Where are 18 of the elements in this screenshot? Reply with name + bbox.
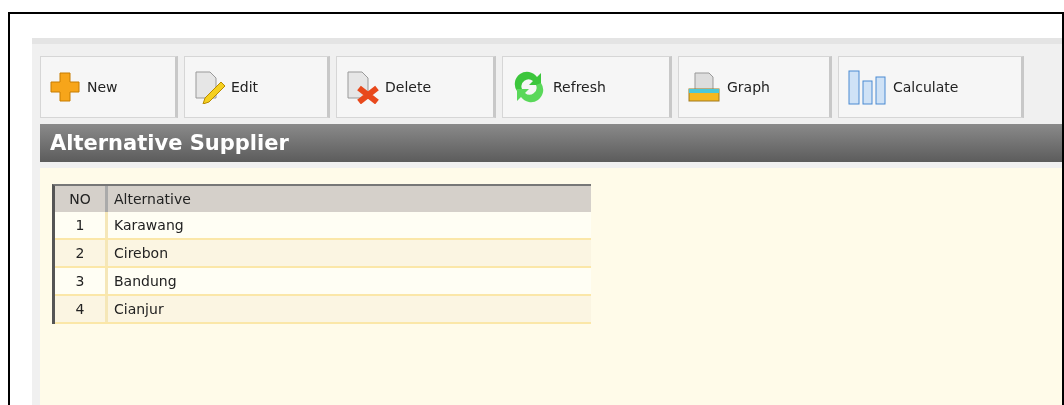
table-cell-text: Bandung	[113, 272, 178, 291]
table-cell: 4	[55, 296, 108, 322]
calculate-button[interactable]: Calculate	[838, 56, 1024, 118]
new-button[interactable]: New	[40, 56, 178, 118]
panel-title: Alternative Supplier	[50, 131, 289, 155]
edit-button[interactable]: Edit	[184, 56, 330, 118]
document-cross-icon	[345, 70, 379, 104]
printer-icon	[687, 71, 721, 103]
column-header[interactable]: Alternative	[108, 186, 591, 212]
pencil-document-icon	[193, 70, 225, 104]
table-cell-text: Karawang	[113, 216, 185, 235]
bar-chart-icon	[847, 69, 887, 105]
delete-button[interactable]: Delete	[336, 56, 496, 118]
refresh-button[interactable]: Refresh	[502, 56, 672, 118]
graph-button[interactable]: Graph	[678, 56, 832, 118]
plus-icon	[49, 71, 81, 103]
table-cell-text: Cirebon	[113, 244, 170, 263]
table-cell-text: Cianjur	[113, 300, 165, 319]
